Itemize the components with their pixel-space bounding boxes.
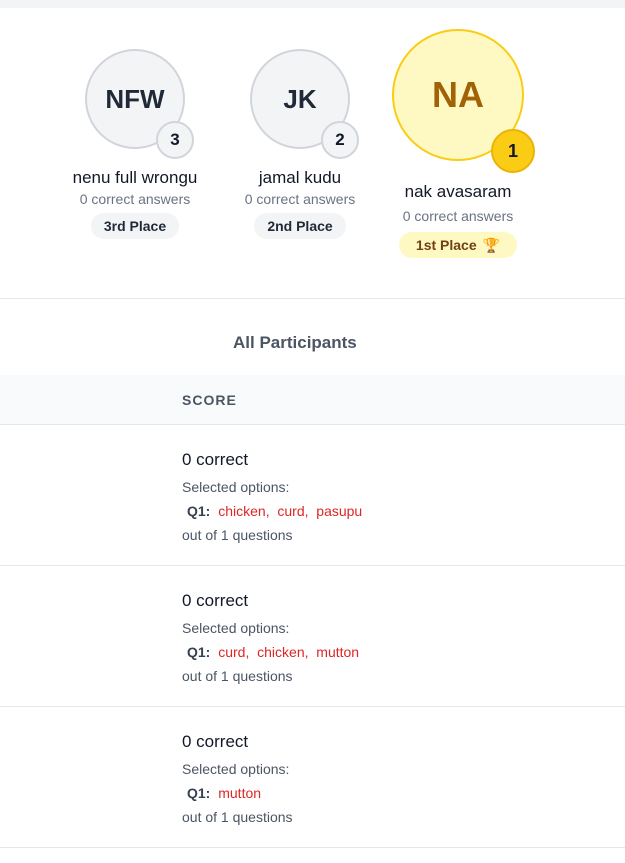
score-value: 0 correct xyxy=(182,591,249,610)
option-curd: curd, xyxy=(277,503,309,519)
rank-badge: 2 xyxy=(321,121,359,159)
question-label: Q1: xyxy=(187,644,211,660)
option-mutton: mutton xyxy=(218,785,262,801)
answer-list: Q1: curd, chicken, mutton xyxy=(187,644,359,660)
selected-options-label: Selected options: xyxy=(182,479,290,495)
top-strip xyxy=(0,0,625,8)
score-value: 0 correct xyxy=(182,732,249,751)
score-column-header[interactable]: SCORE xyxy=(182,392,237,408)
place-badge: 3rd Place xyxy=(91,213,179,239)
rank-badge: 3 xyxy=(156,121,194,159)
place-badge: 2nd Place xyxy=(254,213,346,239)
out-of-text: out of 1 questions xyxy=(182,809,293,825)
option-pasupu: pasupu xyxy=(316,503,363,519)
place-badge: 1st Place 🏆 xyxy=(399,232,517,258)
section-divider xyxy=(0,298,625,299)
trophy-icon: 🏆 xyxy=(482,236,501,253)
option-curd: curd, xyxy=(218,644,250,660)
all-participants-title: All Participants xyxy=(233,333,357,352)
question-label: Q1: xyxy=(187,503,211,519)
rank-badge: 1 xyxy=(491,129,535,173)
out-of-text: out of 1 questions xyxy=(182,668,293,684)
question-label: Q1: xyxy=(187,785,211,801)
answer-list: Q1: chicken, curd, pasupu xyxy=(187,503,362,519)
table-row: 0 correct Selected options: Q1: chicken,… xyxy=(0,425,625,566)
score-value: 0 correct xyxy=(182,450,249,469)
answer-list: Q1: mutton xyxy=(187,785,261,801)
table-row: 0 correct Selected options: Q1: mutton o… xyxy=(0,707,625,848)
place-label: 1st Place xyxy=(415,237,477,253)
correct-count: 0 correct answers xyxy=(402,208,514,224)
option-chicken: chicken, xyxy=(218,503,270,519)
participant-name: nak avasaram xyxy=(404,182,512,201)
option-mutton: mutton xyxy=(316,644,360,660)
table-header: SCORE xyxy=(0,375,625,425)
out-of-text: out of 1 questions xyxy=(182,527,293,543)
table-row: 0 correct Selected options: Q1: curd, ch… xyxy=(0,566,625,707)
results-page: NFW 3 nenu full wrongu 0 correct answers… xyxy=(0,0,625,863)
option-chicken: chicken, xyxy=(257,644,309,660)
selected-options-label: Selected options: xyxy=(182,620,290,636)
selected-options-label: Selected options: xyxy=(182,761,290,777)
